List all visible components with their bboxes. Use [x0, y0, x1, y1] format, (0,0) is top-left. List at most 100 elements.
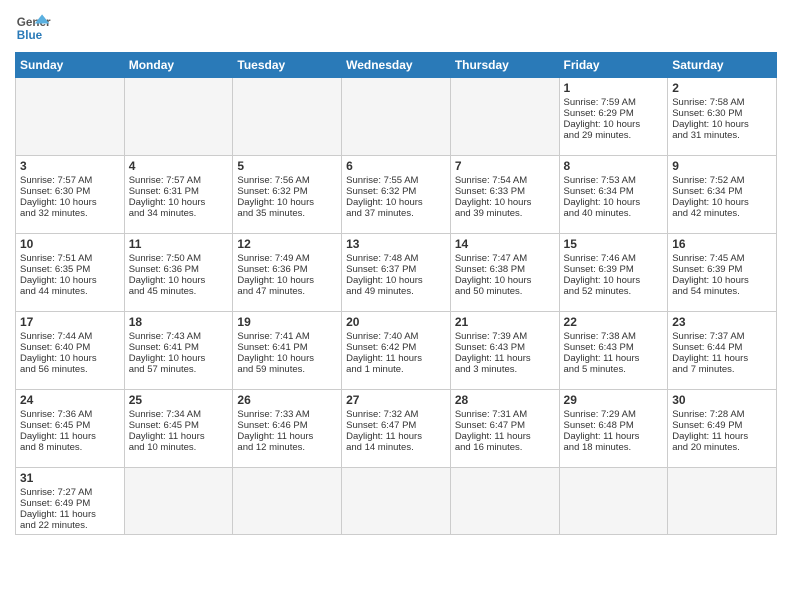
day-number: 12	[237, 237, 337, 251]
day-info: Daylight: 10 hours	[564, 275, 664, 286]
day-number: 2	[672, 81, 772, 95]
calendar-cell: 21Sunrise: 7:39 AMSunset: 6:43 PMDayligh…	[450, 312, 559, 390]
day-number: 4	[129, 159, 229, 173]
day-info: Daylight: 10 hours	[455, 275, 555, 286]
day-info: and 32 minutes.	[20, 208, 120, 219]
day-info: Sunrise: 7:27 AM	[20, 487, 120, 498]
calendar-cell	[450, 78, 559, 156]
day-info: Sunrise: 7:39 AM	[455, 331, 555, 342]
day-info: Sunset: 6:42 PM	[346, 342, 446, 353]
calendar-cell	[16, 78, 125, 156]
day-info: and 7 minutes.	[672, 364, 772, 375]
day-info: Sunset: 6:46 PM	[237, 420, 337, 431]
weekday-header-tuesday: Tuesday	[233, 53, 342, 78]
day-number: 19	[237, 315, 337, 329]
day-info: Sunrise: 7:58 AM	[672, 97, 772, 108]
day-number: 20	[346, 315, 446, 329]
day-info: Daylight: 11 hours	[455, 353, 555, 364]
weekday-header-row: SundayMondayTuesdayWednesdayThursdayFrid…	[16, 53, 777, 78]
calendar-cell: 17Sunrise: 7:44 AMSunset: 6:40 PMDayligh…	[16, 312, 125, 390]
day-info: Daylight: 10 hours	[672, 275, 772, 286]
day-info: and 18 minutes.	[564, 442, 664, 453]
calendar-cell: 20 Sunrise: 7:40 AMSunset: 6:42 PMDayligh…	[342, 312, 451, 390]
weekday-header-friday: Friday	[559, 53, 668, 78]
day-info: Daylight: 10 hours	[672, 119, 772, 130]
day-info: and 35 minutes.	[237, 208, 337, 219]
day-info: and 56 minutes.	[20, 364, 120, 375]
day-number: 17	[20, 315, 120, 329]
weekday-header-sunday: Sunday	[16, 53, 125, 78]
day-number: 14	[455, 237, 555, 251]
day-info: Sunset: 6:30 PM	[672, 108, 772, 119]
day-info: and 8 minutes.	[20, 442, 120, 453]
calendar-cell	[668, 468, 777, 535]
calendar-cell: 8Sunrise: 7:53 AMSunset: 6:34 PMDaylight…	[559, 156, 668, 234]
day-info: and 5 minutes.	[564, 364, 664, 375]
day-number: 7	[455, 159, 555, 173]
day-info: Sunset: 6:40 PM	[20, 342, 120, 353]
day-info: Sunset: 6:49 PM	[20, 498, 120, 509]
calendar-cell: 5Sunrise: 7:56 AMSunset: 6:32 PMDaylight…	[233, 156, 342, 234]
day-info: Daylight: 10 hours	[237, 197, 337, 208]
day-info: Daylight: 10 hours	[564, 119, 664, 130]
day-info: and 16 minutes.	[455, 442, 555, 453]
day-info: and 44 minutes.	[20, 286, 120, 297]
day-info: Sunrise: 7:49 AM	[237, 253, 337, 264]
day-info: Sunrise: 7:52 AM	[672, 175, 772, 186]
day-info: Daylight: 11 hours	[564, 353, 664, 364]
day-number: 25	[129, 393, 229, 407]
calendar-cell	[559, 468, 668, 535]
calendar-cell: 15Sunrise: 7:46 AMSunset: 6:39 PMDayligh…	[559, 234, 668, 312]
day-info: Daylight: 11 hours	[346, 353, 446, 364]
day-info: Sunset: 6:31 PM	[129, 186, 229, 197]
calendar-cell: 4Sunrise: 7:57 AMSunset: 6:31 PMDaylight…	[124, 156, 233, 234]
day-number: 24	[20, 393, 120, 407]
day-info: Sunrise: 7:38 AM	[564, 331, 664, 342]
day-info: and 59 minutes.	[237, 364, 337, 375]
day-info: Sunset: 6:33 PM	[455, 186, 555, 197]
day-info: and 10 minutes.	[129, 442, 229, 453]
calendar-cell: 11Sunrise: 7:50 AMSunset: 6:36 PMDayligh…	[124, 234, 233, 312]
day-info: and 45 minutes.	[129, 286, 229, 297]
calendar-cell	[342, 78, 451, 156]
day-info: Daylight: 10 hours	[346, 197, 446, 208]
day-info: Sunset: 6:32 PM	[346, 186, 446, 197]
weekday-header-saturday: Saturday	[668, 53, 777, 78]
calendar-cell: 9Sunrise: 7:52 AMSunset: 6:34 PMDaylight…	[668, 156, 777, 234]
day-info: Daylight: 11 hours	[20, 509, 120, 520]
day-info: Sunset: 6:45 PM	[20, 420, 120, 431]
day-info: Sunrise: 7:54 AM	[455, 175, 555, 186]
day-info: and 1 minute.	[346, 364, 446, 375]
day-info: Daylight: 10 hours	[129, 353, 229, 364]
day-info: Daylight: 11 hours	[346, 431, 446, 442]
day-info: and 3 minutes.	[455, 364, 555, 375]
day-info: Daylight: 10 hours	[20, 353, 120, 364]
day-info: Sunset: 6:41 PM	[129, 342, 229, 353]
day-info: Daylight: 10 hours	[346, 275, 446, 286]
day-info: Daylight: 10 hours	[129, 275, 229, 286]
calendar-cell: 28Sunrise: 7:31 AMSunset: 6:47 PMDayligh…	[450, 390, 559, 468]
day-number: 8	[564, 159, 664, 173]
logo-icon: General Blue	[15, 10, 51, 46]
day-info: Sunrise: 7:50 AM	[129, 253, 229, 264]
day-info: Daylight: 11 hours	[672, 431, 772, 442]
day-info: Sunset: 6:43 PM	[455, 342, 555, 353]
calendar-week-2: 3Sunrise: 7:57 AMSunset: 6:30 PMDaylight…	[16, 156, 777, 234]
day-info: Sunset: 6:34 PM	[672, 186, 772, 197]
day-info: Sunset: 6:44 PM	[672, 342, 772, 353]
weekday-header-wednesday: Wednesday	[342, 53, 451, 78]
calendar-cell: 13Sunrise: 7:48 AMSunset: 6:37 PMDayligh…	[342, 234, 451, 312]
day-number: 6	[346, 159, 446, 173]
day-info: Sunset: 6:30 PM	[20, 186, 120, 197]
calendar-cell: 26Sunrise: 7:33 AMSunset: 6:46 PMDayligh…	[233, 390, 342, 468]
day-info: Sunrise: 7:48 AM	[346, 253, 446, 264]
calendar-cell: 22Sunrise: 7:38 AMSunset: 6:43 PMDayligh…	[559, 312, 668, 390]
calendar-cell	[342, 468, 451, 535]
day-info: Sunset: 6:36 PM	[129, 264, 229, 275]
day-info: Daylight: 11 hours	[129, 431, 229, 442]
calendar-cell	[233, 468, 342, 535]
day-info: and 47 minutes.	[237, 286, 337, 297]
day-info: Sunrise: 7:40 AM	[346, 331, 446, 342]
day-info: Sunrise: 7:31 AM	[455, 409, 555, 420]
day-number: 10	[20, 237, 120, 251]
